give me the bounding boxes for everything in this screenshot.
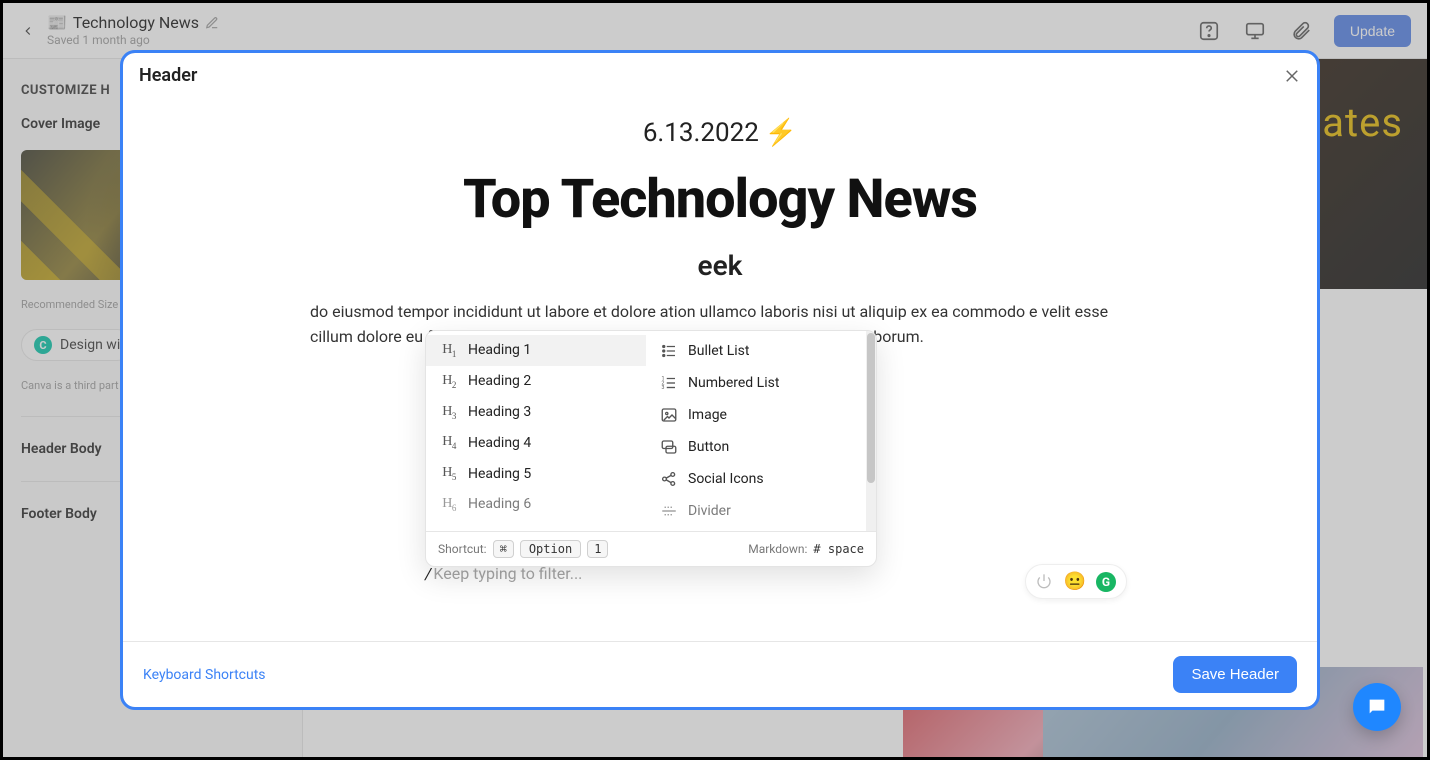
close-icon[interactable]: [1283, 67, 1301, 85]
H4-icon: H4: [440, 434, 458, 451]
H5-icon: H5: [440, 465, 458, 482]
slash-cursor: /: [425, 564, 431, 583]
doc-h1[interactable]: Top Technology News: [310, 168, 1130, 231]
kbd-cmd: ⌘: [493, 540, 514, 558]
popover-item-label: Numbered List: [688, 375, 779, 391]
popover-item-label: Heading 2: [468, 373, 531, 389]
popover-scrollbar[interactable]: [866, 331, 876, 531]
popover-item-heading-1[interactable]: H1 Heading 1: [426, 335, 646, 366]
popover-scrollbar-thumb[interactable]: [867, 333, 875, 483]
keyboard-shortcuts-link[interactable]: Keyboard Shortcuts: [143, 667, 266, 683]
popover-item-social-icons[interactable]: Social Icons: [646, 463, 866, 495]
chat-bubble-icon[interactable]: [1353, 683, 1401, 731]
modal-title: Header: [139, 65, 197, 86]
block-insert-popover: H1 Heading 1 H2 Heading 2 H3 Heading 3 H4 Headi…: [425, 330, 877, 567]
popover-item-image[interactable]: Image: [646, 399, 866, 431]
markdown-display: Markdown: # space: [748, 542, 864, 556]
popover-item-numbered-list[interactable]: 123 Numbered List: [646, 367, 866, 399]
lightning-icon: ⚡: [765, 118, 797, 148]
popover-item-label: Heading 5: [468, 466, 531, 482]
image-icon: [660, 406, 678, 424]
popover-item-heading-6[interactable]: H6 Heading 6: [426, 489, 646, 520]
kbd-one: 1: [587, 540, 608, 558]
popover-footer: Shortcut: ⌘ Option 1 Markdown: # space: [426, 531, 876, 566]
popover-item-heading-4[interactable]: H4 Heading 4: [426, 427, 646, 458]
popover-item-label: Heading 1: [468, 342, 531, 358]
grammarly-pill[interactable]: 😐 G: [1025, 564, 1127, 599]
popover-item-heading-5[interactable]: H5 Heading 5: [426, 458, 646, 489]
header-editor-modal: Header 6.13.2022 ⚡ Top Technology News e…: [123, 53, 1317, 707]
popover-item-bullet-list[interactable]: Bullet List: [646, 335, 866, 367]
markdown-value: # space: [813, 542, 864, 556]
popover-item-label: Heading 4: [468, 435, 531, 451]
divider-icon: [660, 502, 678, 520]
social-icon: [660, 470, 678, 488]
markdown-label: Markdown:: [748, 542, 807, 556]
modal-footer: Keyboard Shortcuts Save Header: [123, 641, 1317, 707]
neutral-face-icon: 😐: [1064, 571, 1086, 592]
power-icon[interactable]: [1036, 573, 1054, 591]
popover-item-label: Image: [688, 407, 727, 423]
numbered-icon: 123: [660, 374, 678, 392]
kbd-option: Option: [520, 540, 581, 558]
doc-h2[interactable]: eek: [310, 249, 1130, 282]
save-header-button[interactable]: Save Header: [1173, 656, 1297, 693]
popover-item-label: Social Icons: [688, 471, 764, 487]
H6-icon: H6: [440, 496, 458, 513]
shortcut-display: Shortcut: ⌘ Option 1: [438, 540, 608, 558]
H1-icon: H1: [440, 342, 458, 359]
popover-item-label: Button: [688, 439, 729, 455]
popover-item-heading-3[interactable]: H3 Heading 3: [426, 397, 646, 428]
doc-content[interactable]: 6.13.2022 ⚡ Top Technology News eek do e…: [310, 118, 1130, 350]
H3-icon: H3: [440, 404, 458, 421]
doc-date[interactable]: 6.13.2022 ⚡: [310, 118, 1130, 148]
doc-date-text: 6.13.2022: [643, 118, 759, 148]
popover-items: H1 Heading 1 H2 Heading 2 H3 Heading 3 H4 Headi…: [426, 331, 876, 531]
popover-item-button[interactable]: Button: [646, 431, 866, 463]
modal-body: 6.13.2022 ⚡ Top Technology News eek do e…: [123, 98, 1317, 641]
popover-item-label: Divider: [688, 503, 731, 519]
bullet-icon: [660, 342, 678, 360]
popover-column-right: Bullet List 123 Numbered List Image Button So…: [646, 331, 866, 531]
svg-text:3: 3: [662, 385, 665, 391]
modal-header: Header: [123, 53, 1317, 98]
H2-icon: H2: [440, 373, 458, 390]
popover-column-left: H1 Heading 1 H2 Heading 2 H3 Heading 3 H4 Headi…: [426, 331, 646, 531]
popover-item-label: Bullet List: [688, 343, 749, 359]
popover-item-label: Heading 6: [468, 496, 531, 512]
popover-item-divider[interactable]: Divider: [646, 495, 866, 527]
popover-item-label: Heading 3: [468, 404, 531, 420]
popover-item-heading-2[interactable]: H2 Heading 2: [426, 366, 646, 397]
button-icon: [660, 438, 678, 456]
grammarly-icon[interactable]: G: [1096, 572, 1116, 592]
shortcut-label: Shortcut:: [438, 542, 487, 556]
